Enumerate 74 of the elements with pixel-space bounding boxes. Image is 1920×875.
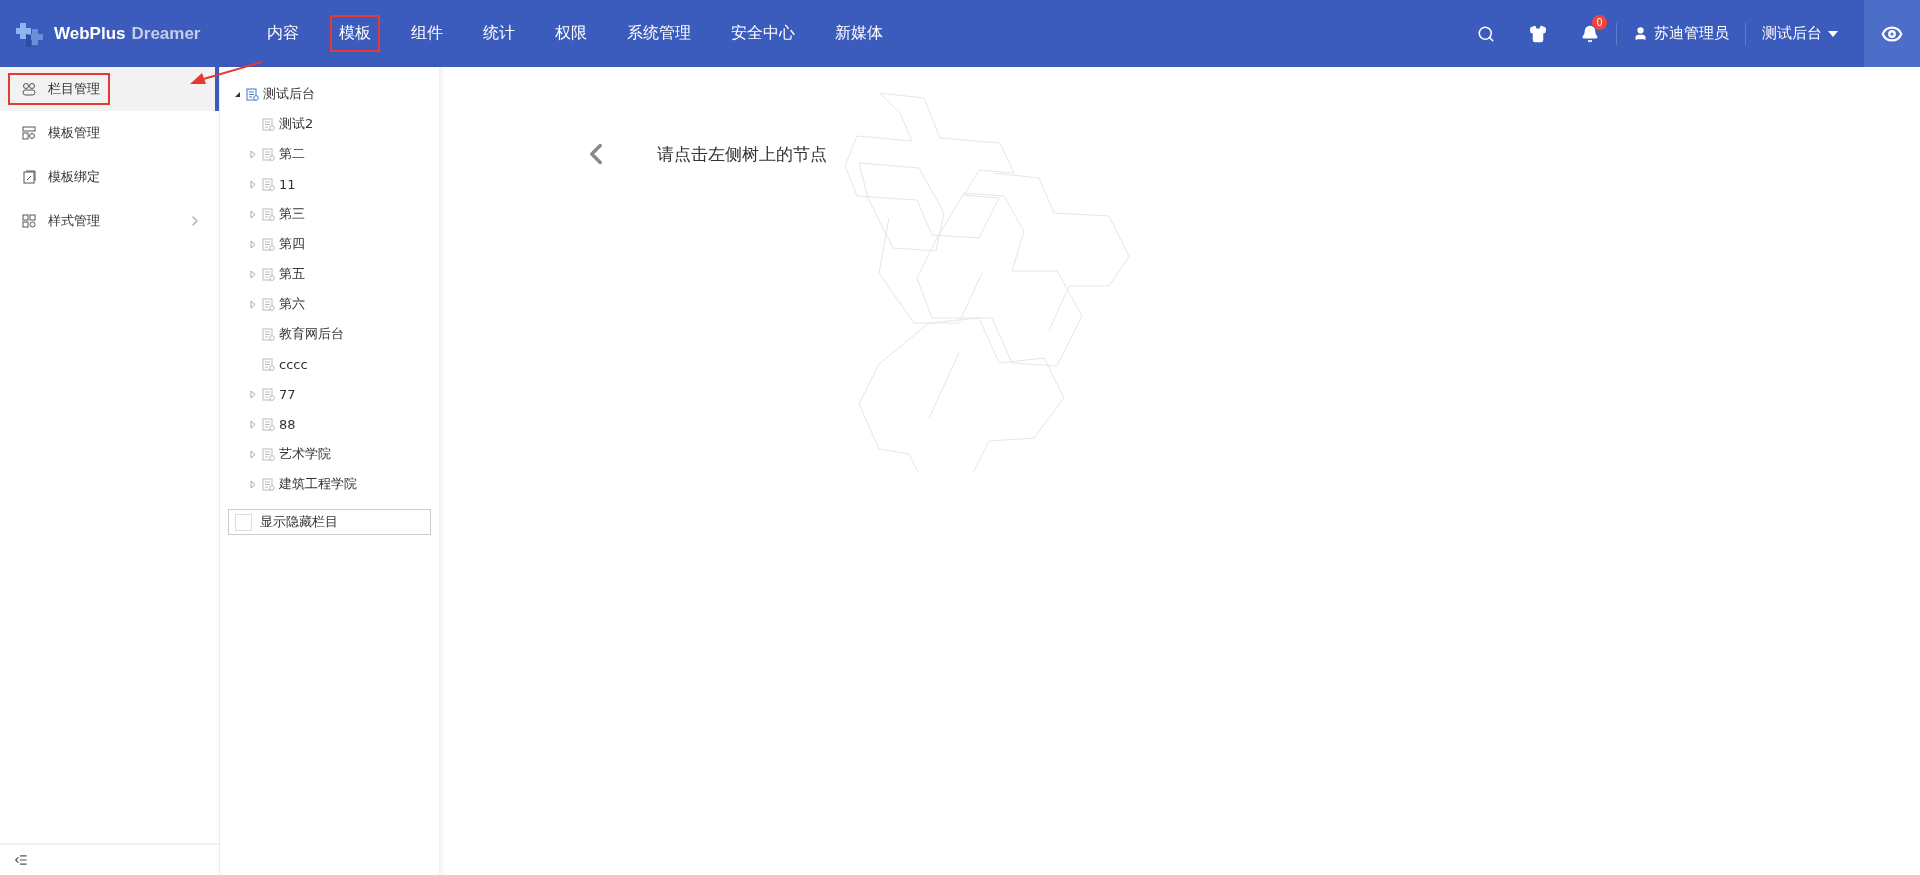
tree-node[interactable]: 88	[279, 416, 296, 432]
shirt-icon	[1529, 24, 1547, 43]
document-icon	[262, 147, 275, 161]
show-hidden-checkbox[interactable]: 显示隐藏栏目	[228, 509, 431, 535]
collapsed-triangle-icon[interactable]	[250, 149, 256, 159]
document-icon	[262, 117, 275, 131]
grid-icon	[22, 214, 36, 228]
document-icon	[262, 387, 275, 401]
document-icon	[262, 327, 275, 341]
nav-item[interactable]: 模板	[330, 15, 380, 52]
brand-subtitle: Dreamer	[131, 23, 201, 43]
layout-icon	[22, 126, 36, 140]
site-name: 测试后台	[1762, 24, 1822, 43]
user-icon	[1633, 26, 1648, 41]
tree-node[interactable]: 第三	[279, 205, 305, 223]
document-icon	[262, 477, 275, 491]
tree-node[interactable]: 第四	[279, 235, 305, 253]
nav-item[interactable]: 权限	[546, 15, 596, 52]
tree-node[interactable]: 77	[279, 386, 296, 402]
users-icon	[22, 82, 36, 96]
document-icon	[262, 357, 275, 371]
document-icon	[262, 207, 275, 221]
caret-icon	[1828, 30, 1838, 37]
notification-count: 0	[1592, 15, 1607, 30]
collapsed-triangle-icon[interactable]	[250, 299, 256, 309]
document-icon	[246, 87, 259, 101]
nav-item[interactable]: 系统管理	[618, 15, 700, 52]
logo-icon	[16, 20, 46, 47]
tree-node[interactable]: cccc	[279, 356, 308, 372]
tree-node[interactable]: 教育网后台	[279, 325, 344, 343]
collapsed-triangle-icon[interactable]	[250, 449, 256, 459]
bell-icon	[1581, 24, 1599, 43]
collapsed-triangle-icon[interactable]	[250, 179, 256, 189]
tree-node[interactable]: 艺术学院	[279, 445, 331, 463]
document-icon	[262, 447, 275, 461]
sidebar-label: 样式管理	[48, 212, 100, 230]
collapsed-triangle-icon[interactable]	[250, 389, 256, 399]
document-icon	[262, 267, 275, 281]
nav-item[interactable]: 新媒体	[826, 15, 892, 52]
sidebar-label: 模板绑定	[48, 168, 100, 186]
collapsed-triangle-icon[interactable]	[250, 269, 256, 279]
collapsed-triangle-icon[interactable]	[250, 419, 256, 429]
tree-node[interactable]: 11	[279, 176, 296, 192]
collapsed-triangle-icon[interactable]	[250, 479, 256, 489]
search-icon	[1477, 24, 1495, 43]
tree-node[interactable]: 测试后台	[263, 85, 315, 103]
brand-name: WebPlus	[54, 23, 126, 43]
document-icon	[262, 177, 275, 191]
hint-message: 请点击左侧树上的节点	[657, 142, 827, 166]
nav-item[interactable]: 统计	[474, 15, 524, 52]
document-icon	[262, 297, 275, 311]
tree-node[interactable]: 测试2	[279, 115, 314, 133]
expanded-triangle-icon[interactable]	[233, 90, 241, 98]
nav-item[interactable]: 内容	[258, 15, 308, 52]
user-name: 苏迪管理员	[1654, 24, 1729, 43]
sidebar-item[interactable]: 栏目管理	[0, 67, 219, 111]
collapsed-triangle-icon[interactable]	[250, 209, 256, 219]
collapse-menu-icon[interactable]	[14, 853, 28, 867]
sidebar-label: 模板管理	[48, 124, 100, 142]
sidebar-label: 栏目管理	[48, 80, 100, 98]
collapsed-triangle-icon[interactable]	[250, 239, 256, 249]
tree-node[interactable]: 第六	[279, 295, 305, 313]
nav-item[interactable]: 组件	[402, 15, 452, 52]
preview-button[interactable]	[1864, 0, 1920, 67]
notification-button[interactable]: 0	[1564, 0, 1616, 67]
document-icon	[262, 417, 275, 431]
tree-node[interactable]: 第二	[279, 145, 305, 163]
link-document-icon	[22, 170, 36, 184]
user-menu[interactable]: 苏迪管理员	[1617, 24, 1745, 43]
nav-item[interactable]: 安全中心	[722, 15, 804, 52]
site-dropdown[interactable]: 测试后台	[1746, 24, 1854, 43]
document-icon	[262, 237, 275, 251]
tree-node[interactable]: 第五	[279, 265, 305, 283]
tree-node[interactable]: 建筑工程学院	[279, 475, 357, 493]
